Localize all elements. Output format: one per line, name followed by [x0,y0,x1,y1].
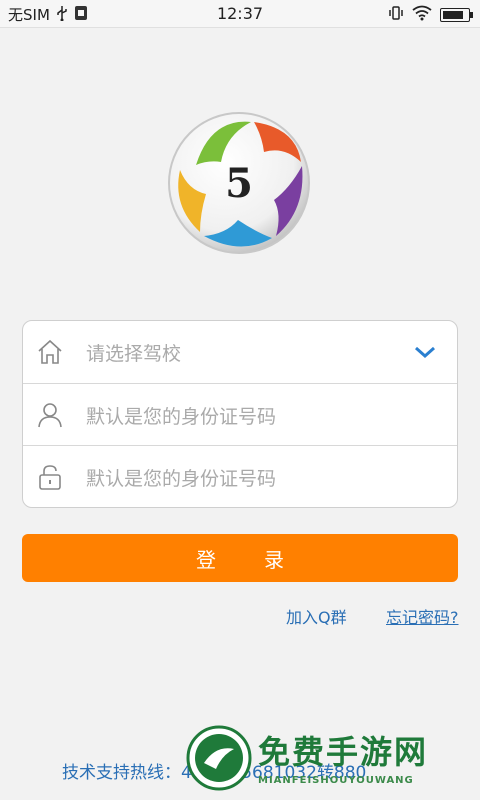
battery-fill [443,11,463,19]
forgot-password-link[interactable]: 忘记密码? [386,604,459,628]
status-bar: 无SIM 12:37 [0,0,480,28]
login-button[interactable]: 登 录 [22,534,458,582]
chevron-down-icon[interactable] [413,340,437,364]
user-icon [36,401,64,429]
watermark-title: 免费手游网 [258,733,429,771]
app-logo: 5 [166,110,312,256]
vibrate-icon [388,5,404,25]
login-button-label-left: 登 [196,547,216,572]
school-select[interactable]: 请选择驾校 [23,321,457,383]
join-qq-group-link[interactable]: 加入Q群 [286,604,347,628]
home-icon [36,338,64,366]
watermark-logo-icon [186,725,252,791]
lock-icon [36,463,64,491]
watermark: 免费手游网 MIANFEISHOUYOUWANG [186,725,476,799]
id-number-placeholder: 默认是您的身份证号码 [86,405,277,428]
wifi-icon [412,5,432,25]
watermark-subtitle: MIANFEISHOUYOUWANG [258,775,414,786]
logo-number: 5 [225,160,253,207]
battery-icon [440,8,473,22]
login-form: 请选择驾校 默认是您的身份证号码 默认是您的身份证号码 [22,320,458,508]
id-number-field[interactable]: 默认是您的身份证号码 [23,383,457,446]
password-placeholder: 默认是您的身份证号码 [86,467,277,490]
password-field[interactable]: 默认是您的身份证号码 [23,445,457,508]
status-right [388,5,473,25]
school-select-placeholder: 请选择驾校 [86,342,182,365]
login-button-label-right: 录 [264,547,284,572]
